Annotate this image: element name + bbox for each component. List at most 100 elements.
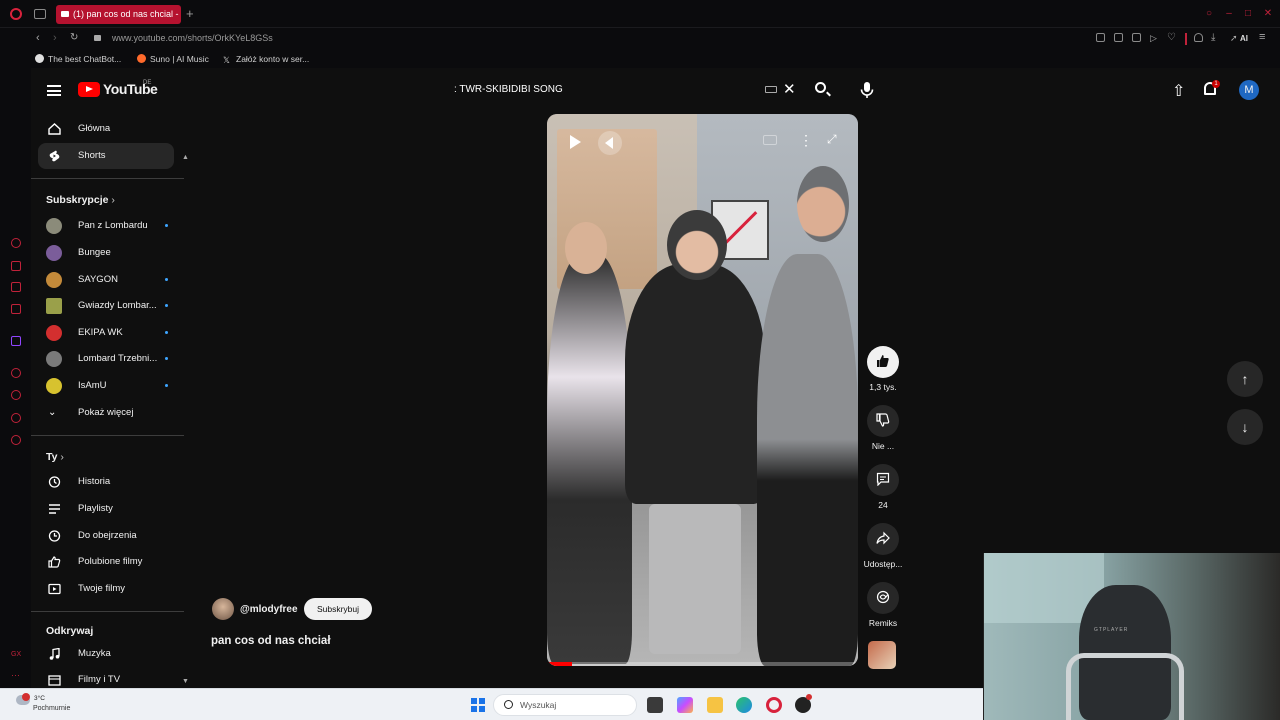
progress-bar[interactable] [547, 662, 858, 666]
you-heading[interactable]: Ty › [46, 451, 64, 463]
share-icon[interactable]: ➚ [1230, 33, 1238, 44]
share-button[interactable] [867, 523, 899, 555]
channel-avatar[interactable] [212, 598, 234, 620]
address-bar: ‹ › ↻ www.youtube.com/shorts/OrkKYeL8GSs… [0, 28, 1280, 50]
sidebar-item-your-videos[interactable]: Twoje filmy [38, 576, 174, 602]
maximize-icon[interactable]: □ [1242, 8, 1254, 20]
messenger-icon[interactable] [11, 304, 21, 314]
back-icon[interactable]: ‹ [36, 32, 40, 44]
volume-icon[interactable] [598, 131, 622, 155]
sidebar-item-subscription[interactable]: SAYGON [38, 267, 174, 293]
settings-icon[interactable] [11, 435, 21, 445]
dislike-button[interactable] [867, 405, 899, 437]
captions-icon[interactable] [763, 135, 777, 145]
bookmark-x[interactable]: 𝕏 Załóż konto w ser... [223, 54, 309, 65]
sidebar-item-subscription[interactable]: IsAmU [38, 373, 174, 399]
new-tab-button[interactable]: + [186, 6, 194, 21]
twitch-icon[interactable] [11, 336, 21, 346]
play-icon[interactable] [564, 131, 586, 153]
sidebar-scroll-up-icon[interactable]: ▲ [182, 154, 189, 161]
close-window-icon[interactable]: ✕ [1262, 8, 1274, 20]
opera-taskbar-icon[interactable] [766, 697, 782, 713]
aria-icon[interactable] [11, 238, 21, 248]
audio-thumbnail[interactable] [868, 641, 896, 669]
folder-icon[interactable] [707, 697, 723, 713]
bookmark-suno[interactable]: Suno | AI Music [137, 54, 209, 64]
reload-icon[interactable]: ↻ [70, 32, 78, 43]
like-button[interactable] [867, 346, 899, 378]
sidebar-item-playlists[interactable]: Playlisty [38, 496, 174, 522]
account-icon[interactable] [1194, 33, 1203, 42]
channel-handle[interactable]: @mlodyfree [240, 604, 298, 615]
short-video-player[interactable]: ⋮ ⤢ [547, 114, 858, 666]
copilot-icon[interactable] [677, 697, 693, 713]
previous-short-button[interactable]: ↑ [1227, 361, 1263, 397]
sidebar-item-shorts[interactable]: Shorts [38, 143, 174, 169]
tab-islands-icon[interactable] [34, 9, 46, 19]
sidebar-item-subscription[interactable]: Gwiazdy Lombar... [38, 293, 174, 319]
url-field[interactable]: www.youtube.com/shorts/OrkKYeL8GSs [112, 33, 273, 43]
gx-icon[interactable]: GX [11, 650, 21, 660]
snapshot-icon[interactable] [1114, 33, 1123, 42]
sidebar-item-music[interactable]: Muzyka [38, 641, 174, 667]
more-options-icon[interactable]: ⋮ [799, 132, 813, 149]
sidebar-item-home[interactable]: Główna [38, 116, 174, 142]
remix-button[interactable] [867, 582, 899, 614]
sidebar-item-watch-later[interactable]: Do obejrzenia [38, 523, 174, 549]
player-icon[interactable] [11, 368, 21, 378]
mic-icon[interactable] [857, 80, 877, 100]
next-short-button[interactable]: ↓ [1227, 409, 1263, 445]
download-icon[interactable]: ⤓ [1211, 32, 1215, 43]
hamburger-menu-icon[interactable] [47, 85, 61, 96]
upload-icon[interactable]: ⇧ [1172, 81, 1185, 101]
video-person-right-head [797, 166, 849, 242]
opera-icon[interactable] [10, 8, 22, 20]
task-view-icon[interactable] [647, 697, 663, 713]
fullscreen-icon[interactable]: ⤢ [827, 132, 837, 147]
bookmark-chatbot[interactable]: The best ChatBot... [35, 54, 121, 64]
dislike-label: Nie ... [871, 441, 895, 451]
sidebar-item-subscription[interactable]: EKIPA WK [38, 320, 174, 346]
sidebar-item-history[interactable]: Historia [38, 469, 174, 495]
menu-icon[interactable]: ≡ [1259, 31, 1265, 43]
tab-active[interactable]: (1) pan cos od nas chcial - [56, 5, 181, 24]
heart-icon[interactable]: ♡ [1167, 32, 1176, 43]
more-icon[interactable]: ··· [11, 671, 21, 681]
divider [1185, 33, 1187, 45]
forward-icon[interactable]: › [53, 32, 57, 44]
sidebar-item-subscription[interactable]: Lombard Trzebni... [38, 346, 174, 372]
sidebar-item-subscription[interactable]: Bungee [38, 240, 174, 266]
sidebar-item-subscription[interactable]: Pan z Lombardu [38, 213, 174, 239]
lock-icon [94, 35, 101, 41]
avatar[interactable]: M [1239, 80, 1259, 100]
minimize-icon[interactable]: – [1223, 8, 1235, 20]
workspace-icon[interactable] [11, 261, 21, 271]
sidebar-scroll-down-icon[interactable]: ▼ [182, 678, 189, 685]
player-icon[interactable]: ▷ [1150, 33, 1157, 44]
search-input[interactable]: : TWR-SKIBIDIBI SONG [444, 78, 804, 102]
clear-search-icon[interactable]: ✕ [783, 80, 796, 98]
short-title[interactable]: pan cos od nas chciał [211, 635, 331, 647]
bookmark-icon[interactable] [1096, 33, 1105, 42]
sidebar-item-liked-videos[interactable]: Polubione filmy [38, 549, 174, 575]
ai-label[interactable]: AI [1240, 34, 1248, 43]
search-icon[interactable] [815, 82, 826, 93]
extensions-icon[interactable] [11, 413, 21, 423]
show-more-button[interactable]: ⌄ Pokaż więcej [38, 400, 174, 426]
history-icon[interactable] [11, 390, 21, 400]
notification-badge: 1 [1212, 80, 1220, 88]
windows-start-icon[interactable] [471, 698, 485, 712]
instagram-icon[interactable] [11, 282, 21, 292]
keyboard-icon[interactable] [765, 86, 777, 93]
sidebar-item-label: Gwiazdy Lombar... [78, 300, 157, 311]
search-tabs-icon[interactable]: ○ [1203, 8, 1215, 20]
taskbar-search-input[interactable]: Wyszukaj [493, 694, 637, 716]
subscribe-button[interactable]: Subskrybuj [304, 598, 372, 620]
youtube-logo-icon[interactable] [78, 82, 100, 97]
movies-icon [48, 675, 61, 686]
comments-button[interactable] [867, 464, 899, 496]
start-tile [471, 698, 477, 704]
edge-icon[interactable] [736, 697, 752, 713]
shield-icon[interactable] [1132, 33, 1141, 42]
subscriptions-heading[interactable]: Subskrypcje › [46, 194, 115, 206]
